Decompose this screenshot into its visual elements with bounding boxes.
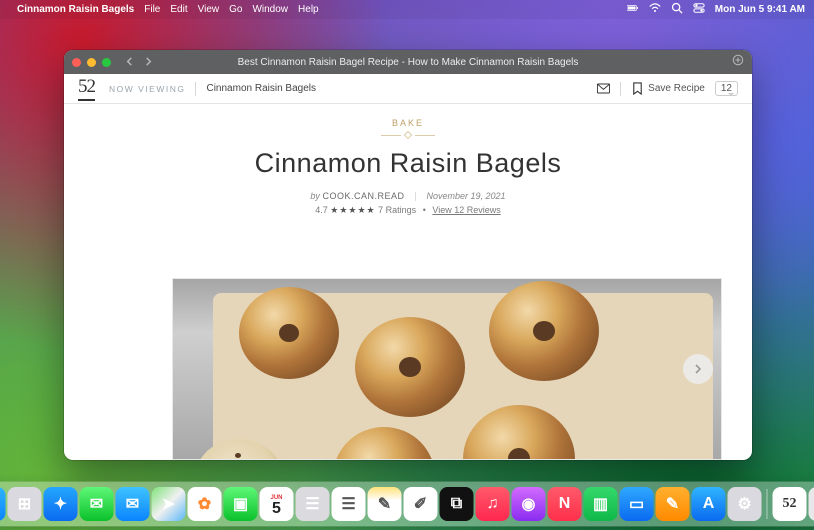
- rating-value: 4.7: [315, 205, 328, 215]
- music-icon[interactable]: ♫: [476, 487, 510, 521]
- photos-icon[interactable]: ✿: [188, 487, 222, 521]
- facetime-icon[interactable]: ▣: [224, 487, 258, 521]
- messages-icon[interactable]: ✉: [80, 487, 114, 521]
- tv-icon[interactable]: ⧉: [440, 487, 474, 521]
- view-reviews-link[interactable]: View 12 Reviews: [432, 205, 500, 215]
- news-icon[interactable]: N: [548, 487, 582, 521]
- menu-view[interactable]: View: [198, 4, 220, 15]
- safari-icon[interactable]: ✦: [44, 487, 78, 521]
- menu-file[interactable]: File: [144, 4, 160, 15]
- traffic-lights: [72, 58, 111, 67]
- contacts-icon[interactable]: ☰: [296, 487, 330, 521]
- chevron-right-icon: [693, 364, 703, 374]
- menu-help[interactable]: Help: [298, 4, 319, 15]
- dock: ☺⊞✦✉✉➤✿▣JUN5☰☰✎✐⧉♫◉N▥▭✎A⚙52🗑: [0, 482, 814, 526]
- trash-icon[interactable]: 🗑: [809, 487, 814, 521]
- battery-icon[interactable]: [627, 2, 639, 17]
- app-window: Best Cinnamon Raisin Bagel Recipe - How …: [64, 50, 752, 460]
- category-decoration: [64, 132, 752, 138]
- menu-window[interactable]: Window: [252, 4, 288, 15]
- menu-go[interactable]: Go: [229, 4, 242, 15]
- mail-icon[interactable]: ✉: [116, 487, 150, 521]
- now-viewing-label: NOW VIEWING: [109, 84, 185, 94]
- titlebar: Best Cinnamon Raisin Bagel Recipe - How …: [64, 50, 752, 74]
- star-icons: ★★★★★: [330, 205, 375, 215]
- email-icon[interactable]: [597, 82, 610, 95]
- freeform-icon[interactable]: ✐: [404, 487, 438, 521]
- article-category[interactable]: BAKE: [64, 118, 752, 128]
- bookmark-icon: [631, 82, 644, 95]
- author-link[interactable]: COOK.CAN.READ: [322, 191, 404, 201]
- finder-icon[interactable]: ☺: [0, 487, 6, 521]
- numbers-icon[interactable]: ▥: [584, 487, 618, 521]
- byline: by COOK.CAN.READ November 19, 2021: [64, 191, 752, 201]
- control-center-icon[interactable]: [693, 2, 705, 17]
- minimize-button[interactable]: [87, 58, 96, 67]
- hero-image: [172, 278, 722, 460]
- menubar-app-name[interactable]: Cinnamon Raisin Bagels: [17, 4, 134, 15]
- food52-icon[interactable]: 52: [773, 487, 807, 521]
- article: BAKE Cinnamon Raisin Bagels by COOK.CAN.…: [64, 104, 752, 460]
- close-button[interactable]: [72, 58, 81, 67]
- rating-bar: 4.7 ★★★★★ 7 Ratings • View 12 Reviews: [64, 205, 752, 216]
- menubar-clock[interactable]: Mon Jun 5 9:41 AM: [715, 4, 805, 15]
- launchpad-icon[interactable]: ⊞: [8, 487, 42, 521]
- site-header-bar: 52 NOW VIEWING Cinnamon Raisin Bagels Sa…: [64, 74, 752, 104]
- next-image-button[interactable]: [683, 354, 713, 384]
- keynote-icon[interactable]: ▭: [620, 487, 654, 521]
- wifi-icon[interactable]: [649, 2, 661, 17]
- comment-count[interactable]: 12: [715, 81, 738, 96]
- site-logo[interactable]: 52: [78, 76, 95, 101]
- save-recipe-button[interactable]: Save Recipe: [631, 82, 705, 95]
- window-title: Best Cinnamon Raisin Bagel Recipe - How …: [64, 57, 752, 68]
- by-label: by: [310, 191, 320, 201]
- article-title: Cinnamon Raisin Bagels: [64, 148, 752, 179]
- pages-icon[interactable]: ✎: [656, 487, 690, 521]
- search-icon[interactable]: [671, 2, 683, 17]
- breadcrumb[interactable]: Cinnamon Raisin Bagels: [206, 83, 316, 94]
- menubar: Cinnamon Raisin Bagels File Edit View Go…: [0, 0, 814, 19]
- menu-edit[interactable]: Edit: [170, 4, 187, 15]
- podcasts-icon[interactable]: ◉: [512, 487, 546, 521]
- save-recipe-label: Save Recipe: [648, 83, 705, 94]
- notes-icon[interactable]: ✎: [368, 487, 402, 521]
- maps-icon[interactable]: ➤: [152, 487, 186, 521]
- ratings-count: 7 Ratings: [378, 205, 416, 215]
- forward-button[interactable]: [144, 53, 153, 71]
- header-divider: [195, 82, 196, 96]
- back-button[interactable]: [125, 53, 134, 71]
- share-icon[interactable]: [732, 53, 744, 71]
- zoom-button[interactable]: [102, 58, 111, 67]
- reminders-icon[interactable]: ☰: [332, 487, 366, 521]
- settings-icon[interactable]: ⚙: [728, 487, 762, 521]
- appstore-icon[interactable]: A: [692, 487, 726, 521]
- header-divider: [620, 82, 621, 96]
- article-date: November 19, 2021: [427, 191, 506, 201]
- calendar-icon[interactable]: JUN5: [260, 487, 294, 521]
